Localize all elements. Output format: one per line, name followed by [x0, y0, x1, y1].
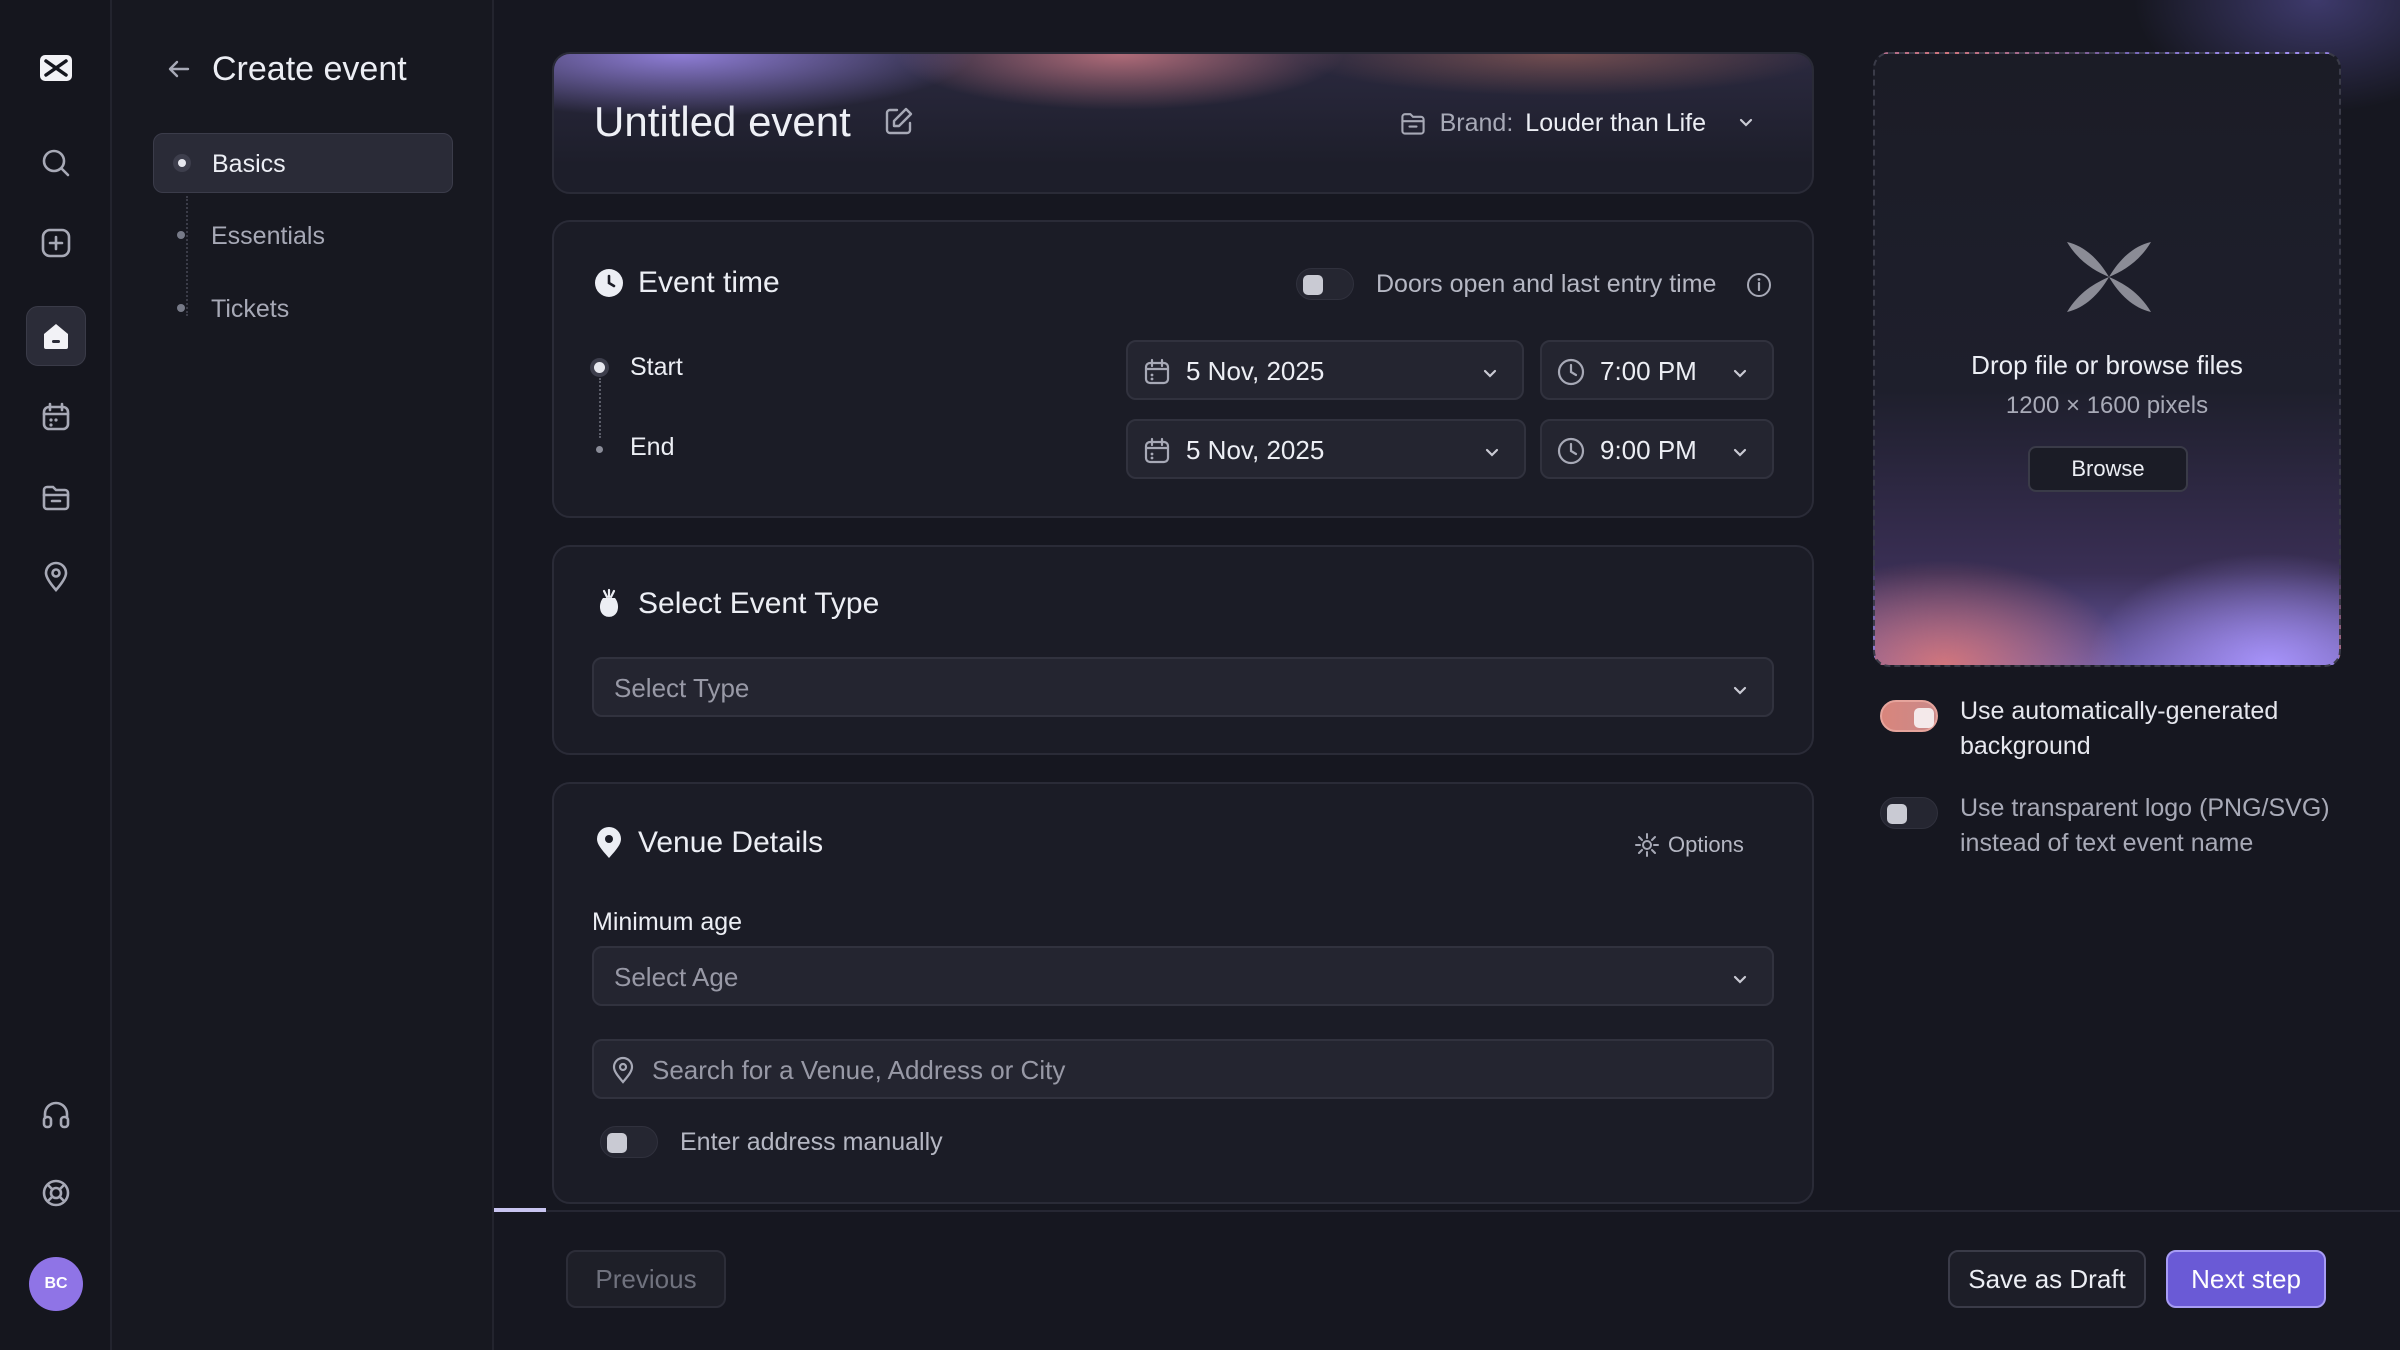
clock-icon — [595, 269, 623, 297]
location-pin-icon — [612, 1056, 634, 1084]
event-type-heading: Select Event Type — [594, 587, 879, 621]
start-date-picker[interactable]: 5 Nov, 2025 — [1126, 340, 1524, 400]
event-title-card: Untitled event Brand: Louder than Life — [552, 52, 1814, 194]
venue-details-card: Venue Details Options Minimum age Select… — [552, 782, 1814, 1204]
chevron-down-icon — [1733, 686, 1747, 695]
auto-background-label: Use automatically-generated background — [1960, 697, 2279, 760]
auto-background-toggle[interactable] — [1880, 700, 1938, 732]
heading-text: Venue Details — [638, 826, 824, 859]
event-title[interactable]: Untitled event — [594, 98, 851, 146]
headphones-icon[interactable] — [26, 1084, 86, 1144]
location-pin-icon[interactable] — [26, 547, 86, 607]
options-label: Options — [1668, 832, 1744, 857]
event-type-select[interactable]: Select Type — [592, 657, 1774, 717]
location-pin-icon — [597, 827, 621, 858]
avatar[interactable]: BC — [29, 1257, 83, 1311]
step-label: Essentials — [211, 222, 325, 250]
start-label: Start — [630, 353, 683, 381]
event-time-heading: Event time — [594, 266, 780, 300]
page-title: Create event — [212, 50, 407, 88]
heading-text: Select Event Type — [638, 587, 880, 620]
start-dot — [594, 362, 605, 373]
folder-icon[interactable] — [26, 467, 86, 527]
min-age-label: Minimum age — [592, 908, 743, 936]
start-date-value: 5 Nov, 2025 — [1186, 356, 1325, 386]
timeline-connector — [599, 378, 601, 438]
info-icon[interactable] — [1746, 272, 1772, 298]
brand-selector[interactable]: Brand: Louder than Life — [1398, 108, 1756, 138]
brand-value: Louder than Life — [1525, 108, 1706, 137]
chevron-down-icon — [1733, 448, 1747, 457]
steps-sidebar: Create event Basics Essentials Tickets — [112, 0, 494, 1350]
end-date-picker[interactable]: 5 Nov, 2025 — [1126, 419, 1526, 479]
end-time-value: 9:00 PM — [1600, 435, 1697, 465]
end-dot — [596, 446, 603, 453]
add-icon[interactable] — [26, 213, 86, 273]
browse-button[interactable]: Browse — [2028, 446, 2188, 492]
step-basics[interactable]: Basics — [153, 133, 453, 193]
lifebuoy-icon[interactable] — [26, 1163, 86, 1223]
manual-address-toggle[interactable] — [600, 1126, 658, 1158]
manual-address-label: Enter address manually — [680, 1128, 943, 1156]
venue-search-placeholder: Search for a Venue, Address or City — [652, 1055, 1066, 1085]
venue-heading: Venue Details — [594, 826, 823, 860]
transparent-logo-toggle[interactable] — [1880, 797, 1938, 829]
next-step-button[interactable]: Next step — [2166, 1250, 2326, 1308]
step-essentials[interactable]: Essentials — [153, 206, 453, 266]
clock-icon — [1557, 358, 1585, 386]
end-time-picker[interactable]: 9:00 PM — [1540, 419, 1774, 479]
drop-text: Drop file or browse files — [1971, 350, 2243, 380]
calendar-icon — [1144, 437, 1170, 464]
chevron-down-icon — [1733, 369, 1747, 378]
end-label: End — [630, 433, 675, 461]
step-dot — [178, 159, 186, 167]
sparkle-bag-icon — [599, 588, 619, 617]
step-label: Tickets — [211, 295, 290, 323]
back-arrow-icon[interactable] — [164, 54, 194, 84]
logo-icon[interactable] — [26, 38, 86, 98]
event-type-card: Select Event Type Select Type — [552, 545, 1814, 755]
start-time-value: 7:00 PM — [1600, 356, 1697, 386]
calendar-icon[interactable] — [26, 387, 86, 447]
chevron-down-icon — [1485, 448, 1499, 457]
chevron-down-icon — [1733, 975, 1747, 984]
heading-text: Event time — [638, 266, 780, 299]
options-button[interactable]: Options — [1634, 832, 1744, 858]
cover-image-dropzone[interactable]: Drop file or browse files 1200 × 1600 pi… — [1873, 52, 2341, 667]
step-label: Basics — [212, 150, 286, 178]
min-age-placeholder: Select Age — [614, 962, 739, 992]
search-icon[interactable] — [26, 133, 86, 193]
step-dot — [177, 304, 185, 312]
event-time-card: Event time Doors open and last entry tim… — [552, 220, 1814, 518]
clock-icon — [1557, 437, 1585, 465]
previous-button[interactable]: Previous — [566, 1250, 726, 1308]
brand-logo-icon — [2067, 242, 2151, 312]
folder-icon — [1400, 113, 1425, 135]
progress-indicator — [494, 1208, 546, 1212]
end-date-value: 5 Nov, 2025 — [1186, 435, 1325, 465]
doors-toggle[interactable] — [1296, 268, 1354, 300]
start-time-picker[interactable]: 7:00 PM — [1540, 340, 1774, 400]
chevron-down-icon — [1483, 369, 1497, 378]
brand-prefix: Brand: — [1439, 108, 1514, 137]
gear-icon — [1635, 833, 1659, 857]
chevron-down-icon — [1739, 118, 1753, 127]
step-tickets[interactable]: Tickets — [153, 279, 453, 339]
transparent-logo-label: Use transparent logo (PNG/SVG) instead o… — [1960, 794, 2330, 857]
event-type-placeholder: Select Type — [614, 673, 750, 703]
venue-search-input[interactable]: Search for a Venue, Address or City — [592, 1039, 1774, 1099]
step-dot — [177, 231, 185, 239]
home-icon[interactable] — [26, 306, 86, 366]
edit-icon[interactable] — [882, 104, 916, 138]
calendar-icon — [1144, 358, 1170, 385]
min-age-select[interactable]: Select Age — [592, 946, 1774, 1006]
icon-rail: BC — [0, 0, 112, 1350]
save-draft-button[interactable]: Save as Draft — [1948, 1250, 2146, 1308]
doors-toggle-label: Doors open and last entry time — [1376, 270, 1717, 298]
dimensions-text: 1200 × 1600 pixels — [2005, 392, 2209, 419]
